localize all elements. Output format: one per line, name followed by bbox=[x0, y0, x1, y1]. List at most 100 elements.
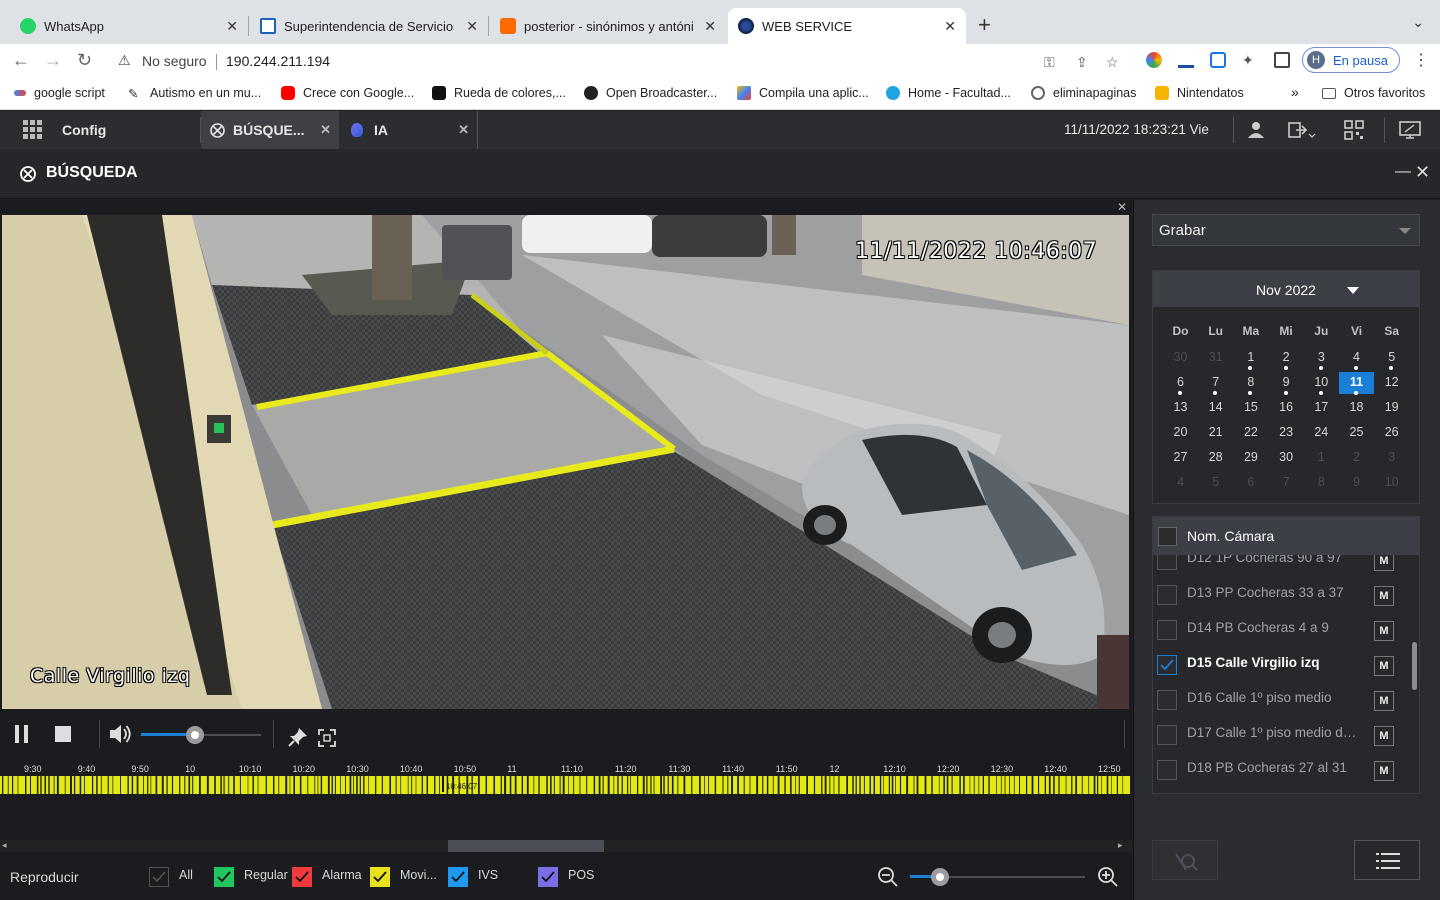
pin-icon[interactable] bbox=[287, 726, 309, 748]
calendar-day[interactable]: 2 bbox=[1339, 447, 1374, 469]
address-bar[interactable]: ⚠ No seguro 190.244.211.194 ⚿ ⇪ ☆ bbox=[108, 46, 1136, 76]
filter-movimiento-checkbox[interactable] bbox=[370, 867, 390, 887]
calendar-day[interactable]: 3 bbox=[1374, 447, 1409, 469]
filter-ivs-checkbox[interactable] bbox=[448, 867, 468, 887]
bookmark-item[interactable]: Compila una aplic... bbox=[737, 86, 869, 100]
stop-icon[interactable] bbox=[54, 725, 72, 743]
calendar-day[interactable]: 2 bbox=[1269, 347, 1304, 370]
color-wheel-extension-icon[interactable] bbox=[1146, 52, 1162, 68]
camera-row[interactable]: D18 PB Cocheras 27 al 31 M bbox=[1153, 751, 1419, 786]
calendar-day[interactable]: 20 bbox=[1163, 422, 1198, 444]
main-stream-button[interactable]: M bbox=[1374, 726, 1394, 746]
close-tab-icon[interactable]: ✕ bbox=[458, 122, 469, 138]
bookmarks-overflow-button[interactable]: » bbox=[1291, 84, 1299, 100]
browser-menu-icon[interactable]: ⋮ bbox=[1413, 50, 1429, 70]
warning-triangle-icon[interactable]: ⚠ bbox=[118, 52, 131, 69]
calendar-day[interactable]: 8 bbox=[1304, 472, 1339, 494]
calendar-day[interactable]: 23 bbox=[1269, 422, 1304, 444]
share-icon[interactable]: ⇪ bbox=[1076, 54, 1088, 71]
calendar-day[interactable]: 27 bbox=[1163, 447, 1198, 469]
forward-arrow-icon[interactable]: → bbox=[44, 50, 62, 71]
zoom-knob[interactable] bbox=[930, 868, 949, 886]
camera-checkbox[interactable] bbox=[1157, 655, 1177, 675]
bookmark-item[interactable]: eliminapaginas bbox=[1031, 86, 1136, 100]
tab-ia[interactable]: IA ✕ bbox=[340, 111, 478, 149]
filter-all-checkbox[interactable] bbox=[149, 867, 169, 887]
calendar-day[interactable]: 24 bbox=[1304, 422, 1339, 444]
browser-tab-superintendencia[interactable]: Superintendencia de Servicios ✕ bbox=[250, 8, 488, 44]
close-tab-icon[interactable]: ✕ bbox=[944, 18, 956, 35]
new-tab-plus-icon[interactable]: + bbox=[978, 12, 991, 38]
calendar-day[interactable]: 7 bbox=[1198, 372, 1233, 395]
calendar-day[interactable]: 16 bbox=[1269, 397, 1304, 419]
bookmark-item[interactable]: ✎ Autismo en un mu... bbox=[128, 86, 261, 101]
close-video-icon[interactable]: ✕ bbox=[1117, 200, 1127, 214]
calendar-day[interactable]: 28 bbox=[1198, 447, 1233, 469]
search-button[interactable] bbox=[1152, 840, 1218, 880]
user-icon[interactable] bbox=[1246, 120, 1266, 140]
calendar-day[interactable]: 12 bbox=[1374, 372, 1409, 394]
filter-alarma-checkbox[interactable] bbox=[292, 867, 312, 887]
scroll-left-icon[interactable]: ◂ bbox=[2, 840, 7, 851]
list-view-button[interactable] bbox=[1354, 840, 1420, 880]
calendar-day[interactable]: 21 bbox=[1198, 422, 1233, 444]
calendar-day[interactable]: 31 bbox=[1198, 347, 1233, 369]
bookmark-item[interactable]: Crece con Google... bbox=[281, 86, 414, 100]
calendar-day[interactable]: 4 bbox=[1339, 347, 1374, 370]
grid-menu-icon[interactable] bbox=[23, 120, 43, 140]
calendar-day[interactable]: 14 bbox=[1198, 397, 1233, 419]
bookmark-item[interactable]: Open Broadcaster... bbox=[584, 86, 717, 100]
calendar-day[interactable]: 10 bbox=[1304, 372, 1339, 395]
camera-checkbox[interactable] bbox=[1157, 620, 1177, 640]
camera-row[interactable]: D13 PP Cocheras 33 a 37 M bbox=[1153, 576, 1419, 611]
calendar-day[interactable]: 6 bbox=[1233, 472, 1268, 494]
camera-name[interactable]: D15 Calle Virgilio izq bbox=[1187, 655, 1359, 670]
camera-list-scrollbar[interactable] bbox=[1412, 642, 1417, 690]
calendar-day[interactable]: 29 bbox=[1233, 447, 1268, 469]
calendar-day[interactable]: 6 bbox=[1163, 372, 1198, 395]
bookmark-star-icon[interactable]: ☆ bbox=[1106, 54, 1119, 71]
calendar-day[interactable]: 4 bbox=[1163, 472, 1198, 494]
camera-row[interactable]: D15 Calle Virgilio izq M bbox=[1153, 646, 1419, 681]
calendar-day[interactable]: 19 bbox=[1374, 397, 1409, 419]
url-text[interactable]: 190.244.211.194 bbox=[226, 53, 330, 69]
calendar-day[interactable]: 5 bbox=[1374, 347, 1409, 370]
calendar-header[interactable]: Nov 2022 bbox=[1153, 271, 1419, 307]
calendar-day[interactable]: 26 bbox=[1374, 422, 1409, 444]
calendar-day[interactable]: 1 bbox=[1304, 447, 1339, 469]
calendar-day[interactable]: 5 bbox=[1198, 472, 1233, 494]
camera-row[interactable]: D17 Calle 1º piso medio derecha M bbox=[1153, 716, 1419, 751]
zoom-out-icon[interactable] bbox=[877, 866, 899, 888]
camera-checkbox[interactable] bbox=[1157, 760, 1177, 780]
filter-regular-checkbox[interactable] bbox=[214, 867, 234, 887]
calendar-day[interactable]: 7 bbox=[1269, 472, 1304, 494]
pause-icon[interactable] bbox=[14, 724, 30, 744]
main-stream-button[interactable]: M bbox=[1374, 656, 1394, 676]
close-tab-icon[interactable]: ✕ bbox=[466, 18, 478, 35]
calendar-day[interactable]: 30 bbox=[1163, 347, 1198, 369]
profile-button[interactable]: H En pausa bbox=[1302, 47, 1400, 73]
bookmark-item[interactable]: google script bbox=[14, 86, 105, 100]
reload-icon[interactable]: ↻ bbox=[77, 50, 92, 71]
security-status[interactable]: No seguro bbox=[142, 53, 207, 69]
camera-checkbox[interactable] bbox=[1157, 585, 1177, 605]
scrollbar-thumb[interactable] bbox=[448, 840, 604, 852]
camera-name[interactable]: D14 PB Cocheras 4 a 9 bbox=[1187, 620, 1359, 635]
camera-name[interactable]: D13 PP Cocheras 33 a 37 bbox=[1187, 585, 1359, 600]
record-type-select[interactable]: Grabar bbox=[1152, 214, 1420, 246]
bookmark-item[interactable]: Rueda de colores,... bbox=[432, 86, 566, 100]
camera-row[interactable]: D14 PB Cocheras 4 a 9 M bbox=[1153, 611, 1419, 646]
video-frame[interactable]: 11/11/2022 10:46:07 Calle Virgilio izq bbox=[2, 215, 1129, 709]
browser-tab-web-service[interactable]: WEB SERVICE ✕ bbox=[728, 8, 966, 44]
monitor-icon[interactable] bbox=[1399, 120, 1421, 140]
camera-name[interactable]: D18 PB Cocheras 27 al 31 bbox=[1187, 760, 1359, 775]
tab-busqueda[interactable]: BÚSQUE... ✕ bbox=[201, 111, 339, 149]
calendar-day[interactable]: 25 bbox=[1339, 422, 1374, 444]
calendar-day[interactable]: 17 bbox=[1304, 397, 1339, 419]
camera-checkbox[interactable] bbox=[1157, 725, 1177, 745]
screen-extension-icon[interactable] bbox=[1210, 52, 1226, 68]
close-tab-icon[interactable]: ✕ bbox=[704, 18, 716, 35]
logout-icon[interactable] bbox=[1288, 120, 1316, 140]
bookmark-item[interactable]: Nintendatos bbox=[1155, 86, 1244, 100]
timeline[interactable]: 9:30 9:40 9:50 10 10:10 10:20 10:30 10:40 10:50 1… bbox=[0, 760, 1132, 796]
